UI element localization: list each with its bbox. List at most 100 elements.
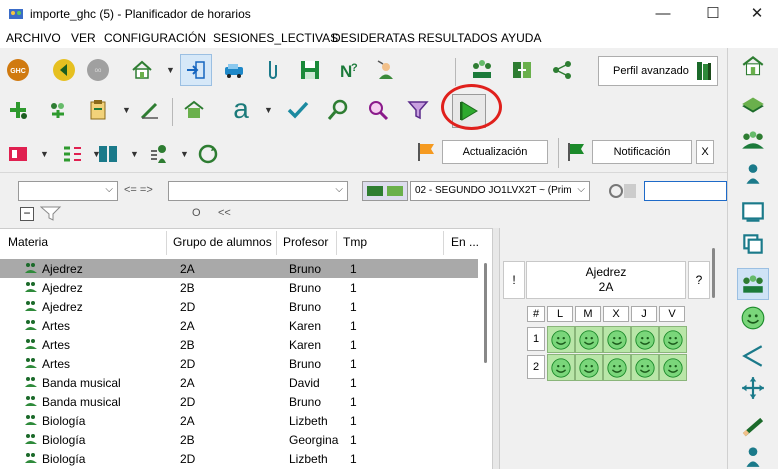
add-item-icon[interactable]	[4, 96, 32, 124]
person-lamp-icon[interactable]	[372, 56, 400, 84]
sidebar-classroom-icon[interactable]	[737, 196, 769, 228]
swap-columns-icon[interactable]	[508, 56, 536, 84]
car-schedule-icon[interactable]	[220, 56, 248, 84]
group-select[interactable]: 02 - SEGUNDO JO1LVX2T ~ (Prim ⌵	[410, 181, 590, 201]
menu-sesiones-lectivas[interactable]: SESIONES_LECTIVAS	[213, 31, 338, 45]
table-row[interactable]: Ajedrez 2D Bruno 1	[0, 297, 478, 316]
network-icon[interactable]	[548, 56, 576, 84]
sidebar-lessons-icon[interactable]	[737, 268, 769, 300]
schedule-slot[interactable]	[631, 326, 659, 353]
key-filter-icon[interactable]	[606, 181, 640, 201]
table-row[interactable]: Banda musical 2D Bruno 1	[0, 392, 478, 411]
back-arrow-icon[interactable]	[50, 56, 78, 84]
detail-scrollbar[interactable]	[712, 248, 716, 468]
back-button[interactable]: <<	[218, 207, 231, 219]
schedule-slot[interactable]	[631, 354, 659, 381]
pane-splitter[interactable]	[492, 228, 500, 469]
pen-edit-icon[interactable]	[136, 96, 164, 124]
forward-disabled-icon[interactable]: oo	[84, 56, 112, 84]
table-scrollbar[interactable]	[480, 259, 490, 469]
schedule-slot[interactable]	[547, 326, 575, 353]
filter-value-select[interactable]: ⌵	[168, 181, 348, 201]
menu-ver[interactable]: VER	[71, 31, 96, 45]
menu-desideratas[interactable]: DESIDERATAS	[332, 31, 415, 45]
schedule-slot[interactable]	[659, 354, 687, 381]
add-group-icon[interactable]	[44, 96, 72, 124]
table-row[interactable]: Biología 2B Georgina 1	[0, 430, 478, 449]
ghc-logo-button[interactable]: GHC	[4, 56, 32, 84]
sidebar-students-icon[interactable]	[737, 124, 769, 156]
school-edit-icon[interactable]	[180, 96, 208, 124]
col-header-en[interactable]: En ...	[451, 235, 479, 249]
help-button[interactable]: ?	[688, 261, 710, 299]
schedule-slot[interactable]	[575, 354, 603, 381]
sidebar-smiley-icon[interactable]	[737, 302, 769, 334]
table-row[interactable]: Ajedrez 2A Bruno 1	[0, 259, 478, 278]
notificacion-button[interactable]: Notificación	[592, 140, 692, 164]
sidebar-copy-icon[interactable]	[737, 228, 769, 260]
clipboard-dropdown-icon[interactable]: ▼	[122, 105, 131, 115]
search-input[interactable]	[644, 181, 727, 201]
scroll-thumb[interactable]	[712, 248, 715, 298]
schedule-slot[interactable]	[603, 354, 631, 381]
person-dropdown-icon[interactable]: ▼	[180, 149, 189, 159]
warning-button[interactable]: !	[503, 261, 525, 299]
filter-field-select[interactable]: ⌵	[18, 181, 118, 201]
col-header-tmp[interactable]: Tmp	[343, 235, 367, 249]
group-refresh-icon[interactable]	[194, 140, 222, 168]
menu-configuracion[interactable]: CONFIGURACIÓN	[104, 31, 206, 45]
clipboard-icon[interactable]	[84, 96, 112, 124]
text-dropdown-icon[interactable]: ▼	[264, 105, 273, 115]
schedule-slot[interactable]	[659, 326, 687, 353]
menu-ayuda[interactable]: AYUDA	[501, 31, 541, 45]
columns-icon[interactable]	[94, 140, 122, 168]
sidebar-triangle-icon[interactable]	[737, 340, 769, 372]
sidebar-teacher-icon[interactable]	[737, 158, 769, 190]
pin-icon[interactable]	[258, 56, 286, 84]
search-person-icon[interactable]	[324, 96, 352, 124]
table-row[interactable]: Ajedrez 2B Bruno 1	[0, 278, 478, 297]
help-icon[interactable]: N?	[334, 56, 362, 84]
operator-label[interactable]: <= =>	[124, 184, 153, 196]
home-dropdown-icon[interactable]: ▼	[166, 65, 175, 75]
table-row[interactable]: Banda musical 2A David 1	[0, 373, 478, 392]
id-card-icon[interactable]	[4, 140, 32, 168]
home-school-icon[interactable]	[128, 56, 156, 84]
funnel-icon[interactable]	[39, 206, 62, 225]
search-icon[interactable]	[364, 96, 392, 124]
perfil-avanzado-button[interactable]: Perfil avanzado	[598, 56, 718, 86]
view-mode-icon[interactable]	[362, 181, 408, 201]
schedule-slot[interactable]	[603, 326, 631, 353]
save-icon[interactable]	[296, 56, 324, 84]
group-tree-icon[interactable]	[468, 56, 496, 84]
columns-dropdown-icon[interactable]: ▼	[130, 149, 139, 159]
schedule-slot[interactable]	[547, 354, 575, 381]
schedule-slot[interactable]	[575, 326, 603, 353]
table-row[interactable]: Biología 2D Lizbeth 1	[0, 449, 478, 468]
id-card-dropdown-icon[interactable]: ▼	[40, 149, 49, 159]
notificacion-close-button[interactable]: X	[696, 140, 714, 164]
table-row[interactable]: Artes 2B Karen 1	[0, 335, 478, 354]
actualizacion-button[interactable]: Actualización	[442, 140, 548, 164]
checkmark-icon[interactable]	[284, 96, 312, 124]
person-list-icon[interactable]	[146, 140, 174, 168]
col-header-materia[interactable]: Materia	[8, 235, 48, 249]
col-header-profesor[interactable]: Profesor	[283, 235, 328, 249]
filter-icon[interactable]	[404, 96, 432, 124]
table-row[interactable]: Biología 2A Lizbeth 1	[0, 411, 478, 430]
table-row[interactable]: Artes 2A Karen 1	[0, 316, 478, 335]
table-row[interactable]: Artes 2D Bruno 1	[0, 354, 478, 373]
list-add-icon[interactable]	[58, 140, 86, 168]
sidebar-school-icon[interactable]	[737, 50, 769, 82]
scroll-thumb[interactable]	[484, 263, 487, 363]
or-button[interactable]: O	[192, 207, 201, 219]
maximize-button[interactable]: ☐	[698, 4, 728, 24]
sidebar-teacher2-icon[interactable]	[737, 440, 769, 469]
menu-archivo[interactable]: ARCHIVO	[6, 31, 61, 45]
text-a-icon[interactable]: a	[224, 92, 258, 126]
minimize-button[interactable]: —	[648, 4, 678, 24]
menu-resultados[interactable]: RESULTADOS	[418, 31, 498, 45]
col-header-grupo[interactable]: Grupo de alumnos	[173, 235, 272, 249]
sidebar-pencil-icon[interactable]	[737, 410, 769, 442]
sidebar-book-icon[interactable]	[737, 88, 769, 120]
